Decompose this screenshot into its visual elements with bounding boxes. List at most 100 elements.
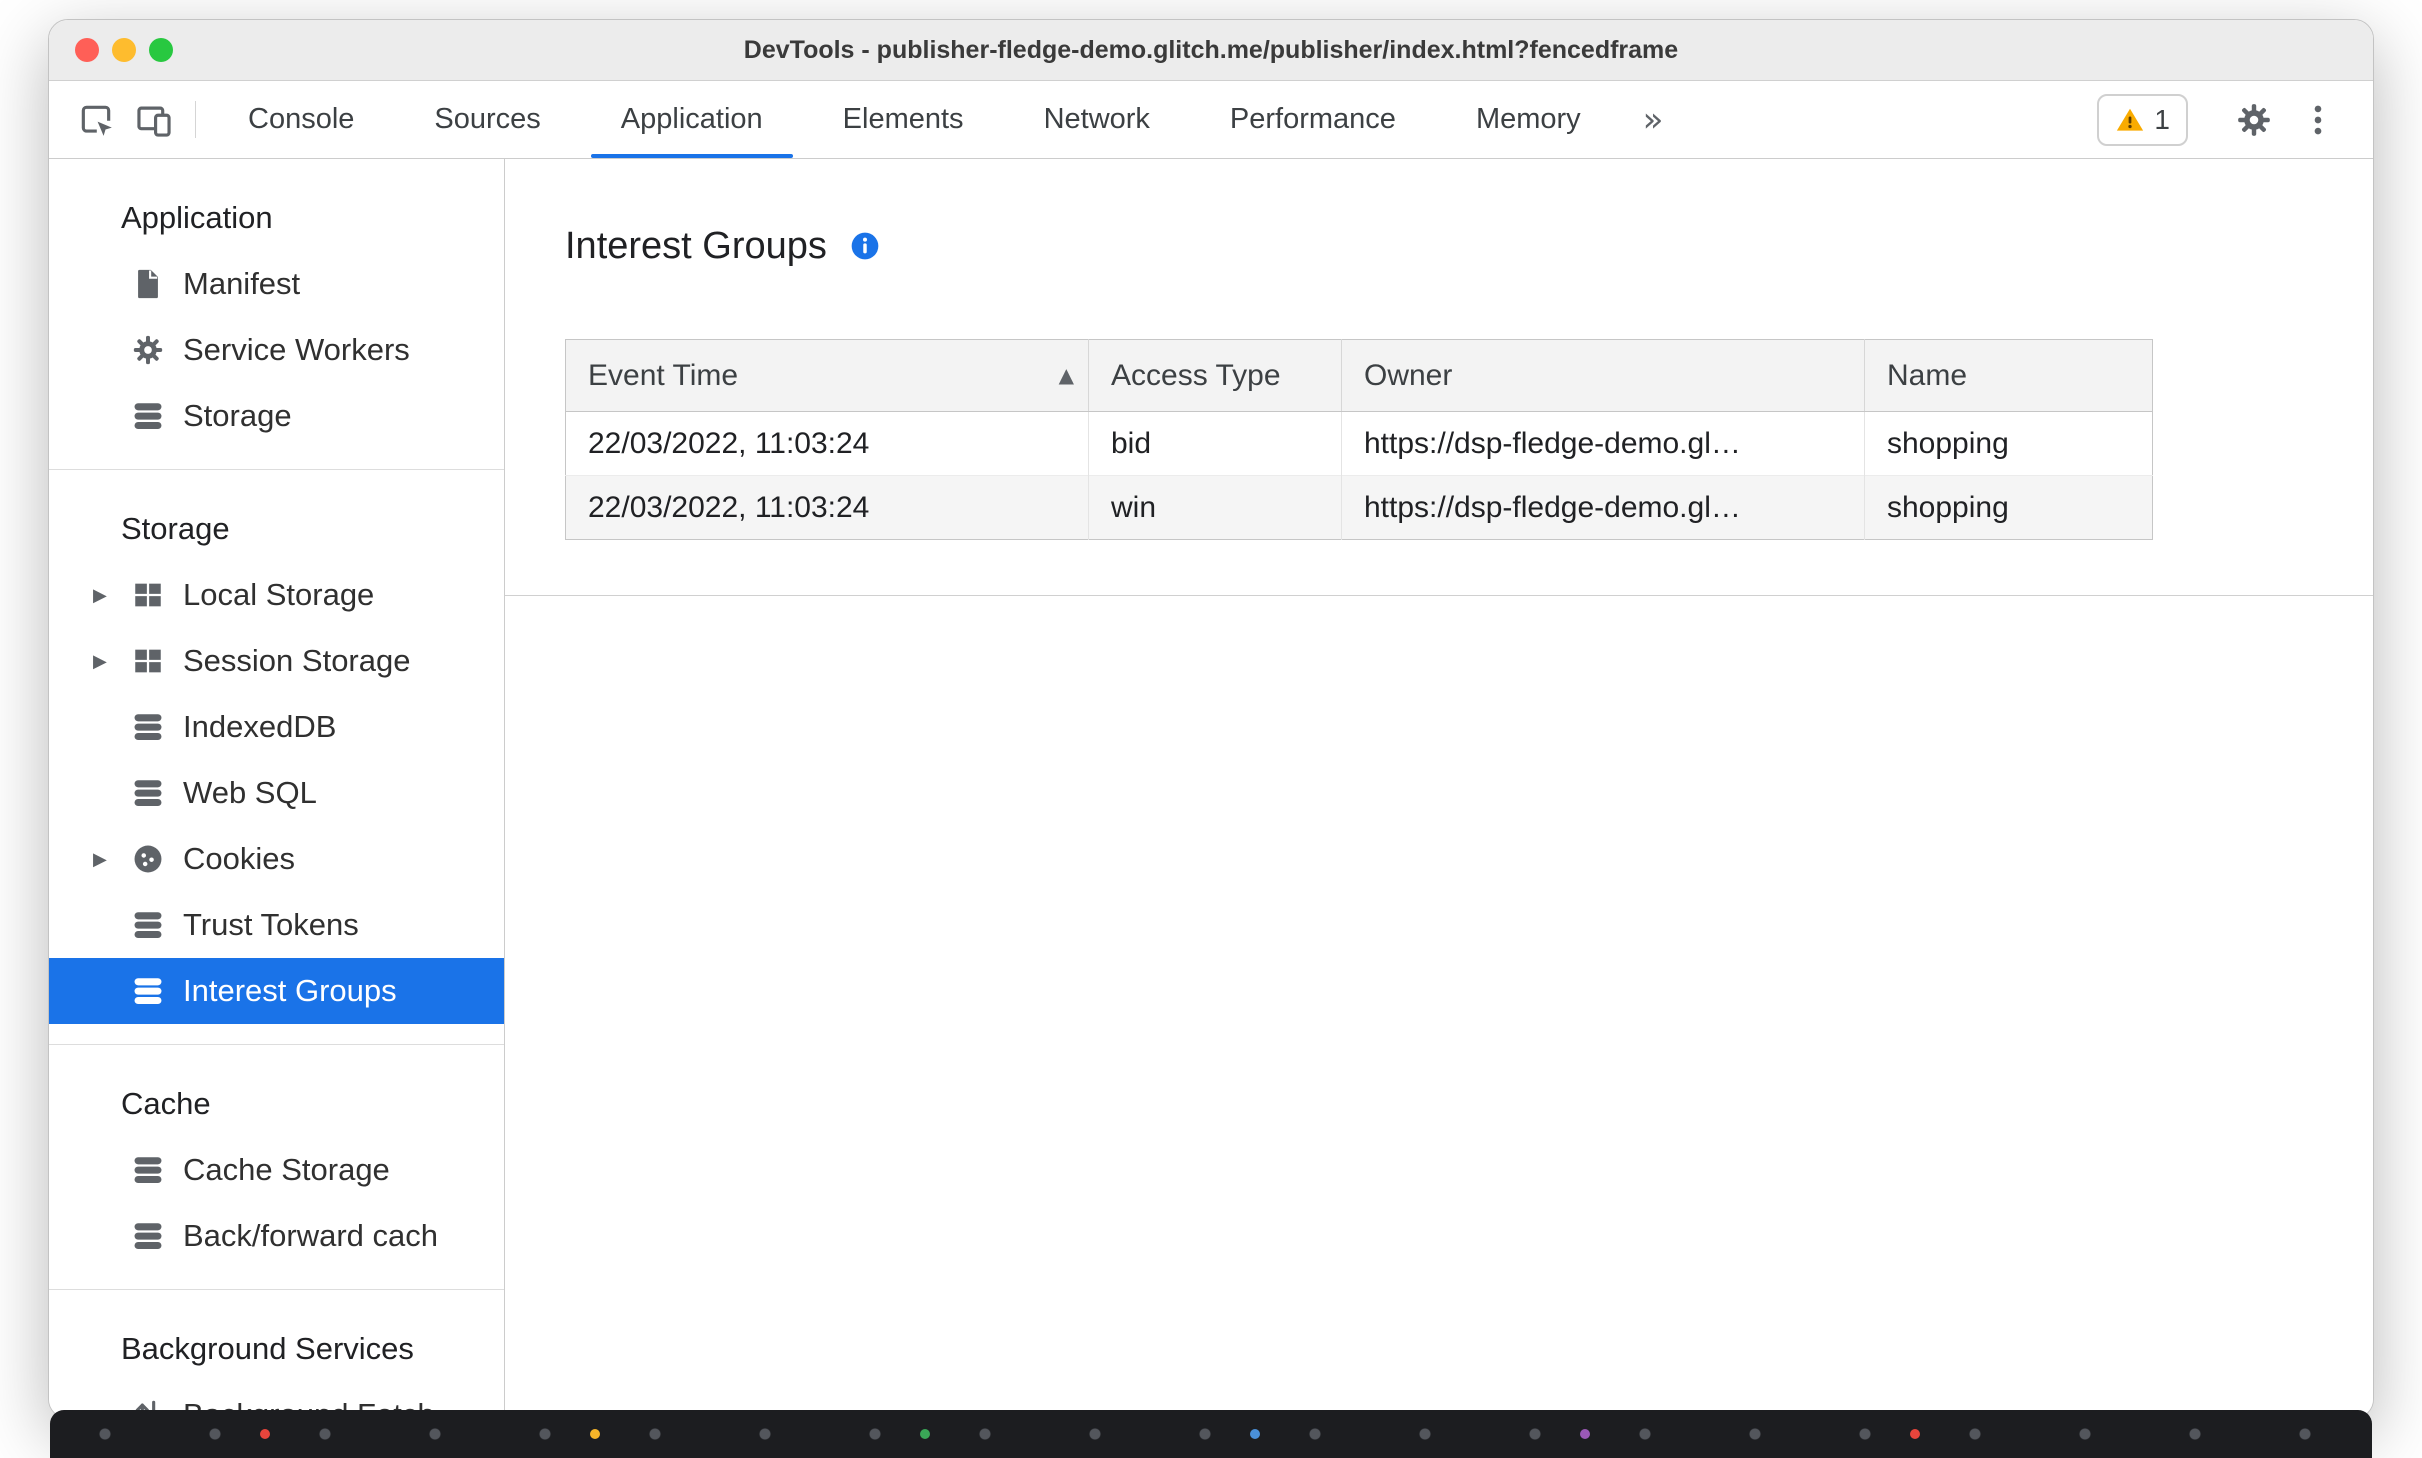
- database-stack-icon: [131, 776, 165, 810]
- settings-gear-button[interactable]: [2225, 101, 2283, 139]
- database-stack-icon: [131, 1219, 165, 1253]
- issues-warning-badge[interactable]: 1: [2097, 93, 2188, 146]
- more-tabs-button[interactable]: »: [1621, 81, 1686, 158]
- sidebar-item-cookies[interactable]: ▶ Cookies: [49, 826, 504, 892]
- cell-name: shopping: [1864, 475, 2153, 540]
- inspect-element-button[interactable]: [67, 81, 125, 158]
- table-grid-icon: [131, 644, 165, 678]
- devtools-window: DevTools - publisher-fledge-demo.glitch.…: [48, 19, 2374, 1419]
- interest-groups-table: Event Time ▲ Access Type Owner Name 22/0…: [565, 339, 2153, 540]
- tab-memory[interactable]: Memory: [1436, 81, 1621, 158]
- section-title-background-services: Background Services: [121, 1331, 414, 1366]
- tree-row[interactable]: ▼ads: [{renderUrl: "https://shopping-fle…: [537, 720, 2373, 769]
- application-sidebar: Application Manifest Service Workers Sto…: [49, 159, 505, 1418]
- tree-row[interactable]: name: "shopping": [537, 965, 2373, 1014]
- database-stack-icon: [131, 974, 165, 1008]
- database-stack-icon: [131, 710, 165, 744]
- devtools-toolbar: Console Sources Application Elements Net…: [49, 81, 2373, 159]
- cell-name: shopping: [1887, 426, 2009, 460]
- sidebar-section-cache: Cache Cache Storage Back/forward cach: [49, 1045, 504, 1290]
- section-title-cache: Cache: [121, 1086, 211, 1121]
- sidebar-item-indexeddb[interactable]: IndexedDB: [49, 694, 504, 760]
- tree-row[interactable]: trustedBiddingSignalsUrl: "https://dsp-f…: [537, 1210, 2373, 1259]
- database-stack-icon: [131, 1153, 165, 1187]
- section-title-application: Application: [121, 200, 273, 235]
- sidebar-item-manifest[interactable]: Manifest: [49, 251, 504, 317]
- tab-application[interactable]: Application: [581, 81, 803, 158]
- section-title-storage: Storage: [121, 511, 230, 546]
- tree-row[interactable]: ownerOrigin: "https://dsp-fledge-demo.gl…: [537, 1014, 2373, 1063]
- toolbar-right-cluster: 1: [2097, 81, 2373, 158]
- table-row[interactable]: 22/03/2022, 11:03:24 win https://dsp-fle…: [565, 475, 2153, 540]
- tree-row[interactable]: biddingUrl: "https://dsp-fledge-demo.gli…: [537, 818, 2373, 867]
- table-header-row: Event Time ▲ Access Type Owner Name: [565, 339, 2153, 412]
- tab-elements[interactable]: Elements: [803, 81, 1004, 158]
- gear-icon: [2235, 101, 2273, 139]
- sidebar-item-interest-groups[interactable]: Interest Groups: [49, 958, 504, 1024]
- tree-row[interactable]: ▼trustedBiddingSignalsKeys: ["key1", "ke…: [537, 1063, 2373, 1112]
- warning-triangle-icon: [2115, 105, 2145, 135]
- sidebar-section-application: Application Manifest Service Workers Sto…: [49, 159, 504, 470]
- cell-event-time: 22/03/2022, 11:03:24: [565, 475, 1089, 540]
- sidebar-item-web-sql[interactable]: Web SQL: [49, 760, 504, 826]
- page-header: Interest Groups: [565, 223, 2373, 269]
- window-title: DevTools - publisher-fledge-demo.glitch.…: [743, 35, 1679, 64]
- panel-tabs: Console Sources Application Elements Net…: [208, 81, 1685, 158]
- sidebar-section-storage: Storage ▶ Local Storage ▶ Session Storag…: [49, 470, 504, 1045]
- sidebar-item-trust-tokens[interactable]: Trust Tokens: [49, 892, 504, 958]
- collapsed-expander-icon[interactable]: ▶: [93, 585, 131, 606]
- table-grid-icon: [131, 578, 165, 612]
- cell-access-type: win: [1088, 475, 1342, 540]
- kebab-menu-button[interactable]: [2289, 101, 2347, 139]
- tree-row[interactable]: 0: "key1": [537, 1112, 2373, 1161]
- cell-access-type: bid: [1088, 411, 1342, 476]
- cell-owner: https://dsp-fledge-demo.gl…: [1341, 475, 1865, 540]
- collapsed-expander-icon[interactable]: ▶: [93, 849, 131, 870]
- sort-ascending-icon[interactable]: ▲: [1059, 363, 1074, 387]
- cell-event-time: 22/03/2022, 11:03:24: [565, 411, 1089, 476]
- issues-count: 1: [2154, 103, 2170, 135]
- page-title: Interest Groups: [565, 225, 827, 267]
- kebab-menu-icon: [2299, 101, 2337, 139]
- toolbar-separator: [195, 101, 196, 138]
- tree-row[interactable]: 1: "key2": [537, 1161, 2373, 1210]
- sidebar-item-storage[interactable]: Storage: [49, 383, 504, 449]
- interest-group-details-tree: ▼{ownerOrigin: "https://dsp-fledge-demo.…: [505, 595, 2373, 1418]
- interest-groups-view: Interest Groups Event Time ▲ Access Type…: [505, 159, 2373, 1418]
- database-stack-icon: [131, 908, 165, 942]
- tree-row[interactable]: ▼{ownerOrigin: "https://dsp-fledge-demo.…: [537, 622, 2373, 671]
- device-toolbar-button[interactable]: [125, 81, 183, 158]
- collapsed-expander-icon[interactable]: ▶: [93, 651, 131, 672]
- tab-console[interactable]: Console: [208, 81, 394, 158]
- application-panel: Application Manifest Service Workers Sto…: [49, 159, 2373, 1418]
- tree-row[interactable]: expirationTime: 1650538216.837188: [537, 867, 2373, 916]
- tree-row[interactable]: adComponents: []: [537, 671, 2373, 720]
- titlebar: DevTools - publisher-fledge-demo.glitch.…: [49, 20, 2373, 81]
- sidebar-item-back-forward-cache[interactable]: Back/forward cach: [49, 1203, 504, 1269]
- tab-performance[interactable]: Performance: [1190, 81, 1436, 158]
- tree-row[interactable]: ▶0: {renderUrl: "https://shopping-fledge…: [537, 769, 2373, 818]
- document-icon: [131, 267, 165, 301]
- table-row[interactable]: 22/03/2022, 11:03:24 bid https://dsp-fle…: [565, 411, 2153, 476]
- column-header-event-time[interactable]: Event Time ▲: [565, 339, 1089, 412]
- cookie-icon: [131, 842, 165, 876]
- gear-icon: [131, 333, 165, 367]
- sidebar-item-cache-storage[interactable]: Cache Storage: [49, 1137, 504, 1203]
- tab-sources[interactable]: Sources: [394, 81, 580, 158]
- cell-owner: https://dsp-fledge-demo.gl…: [1341, 411, 1865, 476]
- tab-network[interactable]: Network: [1004, 81, 1190, 158]
- tree-row[interactable]: updateUrl: "https://dsp-fledge-demo.glit…: [537, 1259, 2373, 1308]
- sidebar-item-session-storage[interactable]: ▶ Session Storage: [49, 628, 504, 694]
- column-header-name[interactable]: Name: [1864, 339, 2153, 412]
- tree-row[interactable]: joiningOrigin: "https://shopping-fledge-…: [537, 916, 2373, 965]
- inspect-cursor-icon: [77, 101, 115, 139]
- column-header-access-type[interactable]: Access Type: [1088, 339, 1342, 412]
- sidebar-section-background-services: Background Services Background Fetch: [49, 1290, 504, 1418]
- sidebar-item-local-storage[interactable]: ▶ Local Storage: [49, 562, 504, 628]
- tree-row[interactable]: userBiddingSignals: "{\"user_bidding_sig…: [537, 1308, 2373, 1357]
- devices-icon: [135, 101, 173, 139]
- info-icon[interactable]: [849, 230, 881, 262]
- column-header-owner[interactable]: Owner: [1341, 339, 1865, 412]
- sidebar-item-service-workers[interactable]: Service Workers: [49, 317, 504, 383]
- dock[interactable]: [50, 1410, 2372, 1458]
